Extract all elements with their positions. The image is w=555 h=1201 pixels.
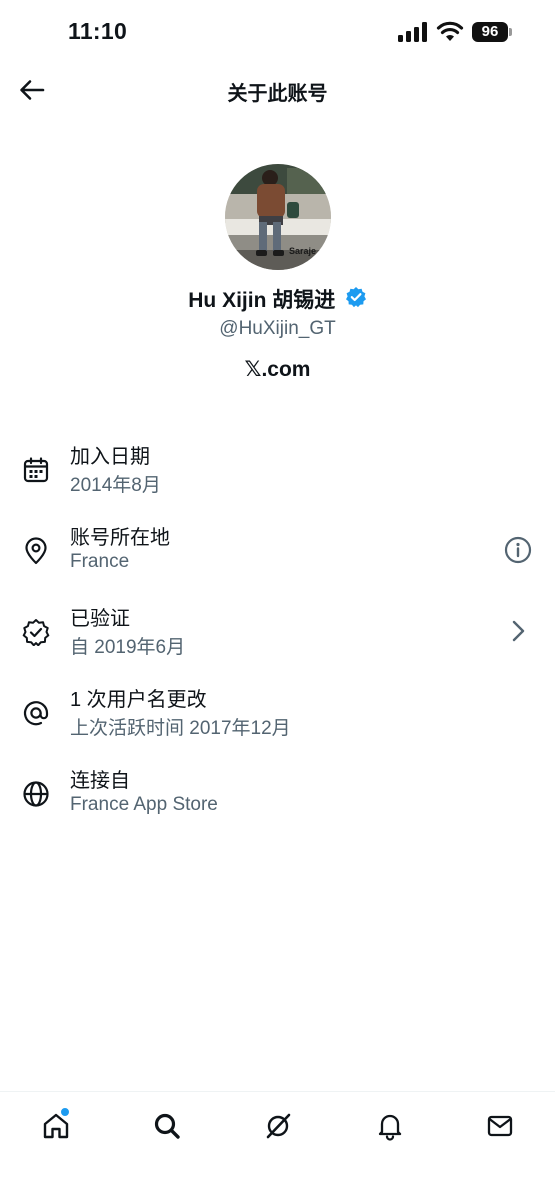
info-item-location: 账号所在地 France [0, 521, 555, 591]
notifications-icon [378, 1114, 402, 1141]
site-link[interactable]: 𝕏.com [0, 357, 555, 382]
wifi-icon [436, 21, 464, 41]
info-title: 账号所在地 [70, 527, 170, 549]
status-time: 11:10 [68, 18, 128, 44]
verified-badge-icon [22, 619, 50, 646]
tab-home[interactable] [36, 1106, 76, 1146]
info-title: 1 次用户名更改 [70, 689, 207, 711]
info-item-verified[interactable]: 已验证 自 2019年6月 [0, 602, 555, 672]
avatar[interactable]: Saraje [225, 164, 331, 270]
info-subtitle: 上次活跃时间 2017年12月 [70, 718, 291, 739]
avatar-photo: Saraje [225, 164, 331, 270]
info-subtitle: 2014年8月 [70, 475, 161, 496]
location-pin-icon [25, 537, 47, 565]
user-handle: @HuXijin_GT [219, 318, 336, 339]
battery-tip [509, 28, 512, 36]
at-sign-icon [23, 701, 49, 726]
info-title: 已验证 [70, 608, 130, 630]
info-subtitle: France App Store [70, 794, 218, 815]
page-title: 关于此账号 [227, 83, 328, 105]
info-item-connected-via: 连接自 France App Store [0, 764, 555, 834]
info-item-username-changes: 1 次用户名更改 上次活跃时间 2017年12月 [0, 683, 555, 753]
calendar-icon [23, 457, 49, 483]
bottom-tab-bar [0, 1091, 555, 1201]
info-icon[interactable] [503, 535, 533, 565]
info-subtitle: France [70, 551, 130, 572]
info-subtitle: 自 2019年6月 [70, 637, 186, 658]
status-bar: 11:10 96 [0, 0, 555, 64]
profile-name-row: Hu Xijin 胡锡进 [0, 284, 555, 314]
chevron-right-icon[interactable] [503, 616, 533, 646]
search-icon [154, 1113, 180, 1139]
tab-messages[interactable] [480, 1106, 520, 1146]
tab-notifications[interactable] [370, 1106, 410, 1146]
globe-icon [23, 781, 49, 807]
battery-level: 96 [472, 22, 508, 42]
info-title: 连接自 [70, 770, 130, 792]
cellular-signal-icon [398, 22, 427, 42]
grok-icon [266, 1113, 291, 1139]
verified-badge-icon[interactable] [345, 286, 367, 313]
unread-dot [60, 1107, 70, 1117]
avatar-caption: Saraje [289, 246, 316, 256]
info-item-joined: 加入日期 2014年8月 [0, 440, 555, 510]
tab-search[interactable] [147, 1106, 187, 1146]
nav-header: 关于此账号 [0, 64, 555, 118]
messages-icon [487, 1115, 513, 1137]
display-name: Hu Xijin 胡锡进 [188, 289, 336, 312]
info-title: 加入日期 [70, 446, 150, 468]
tab-grok[interactable] [258, 1106, 298, 1146]
